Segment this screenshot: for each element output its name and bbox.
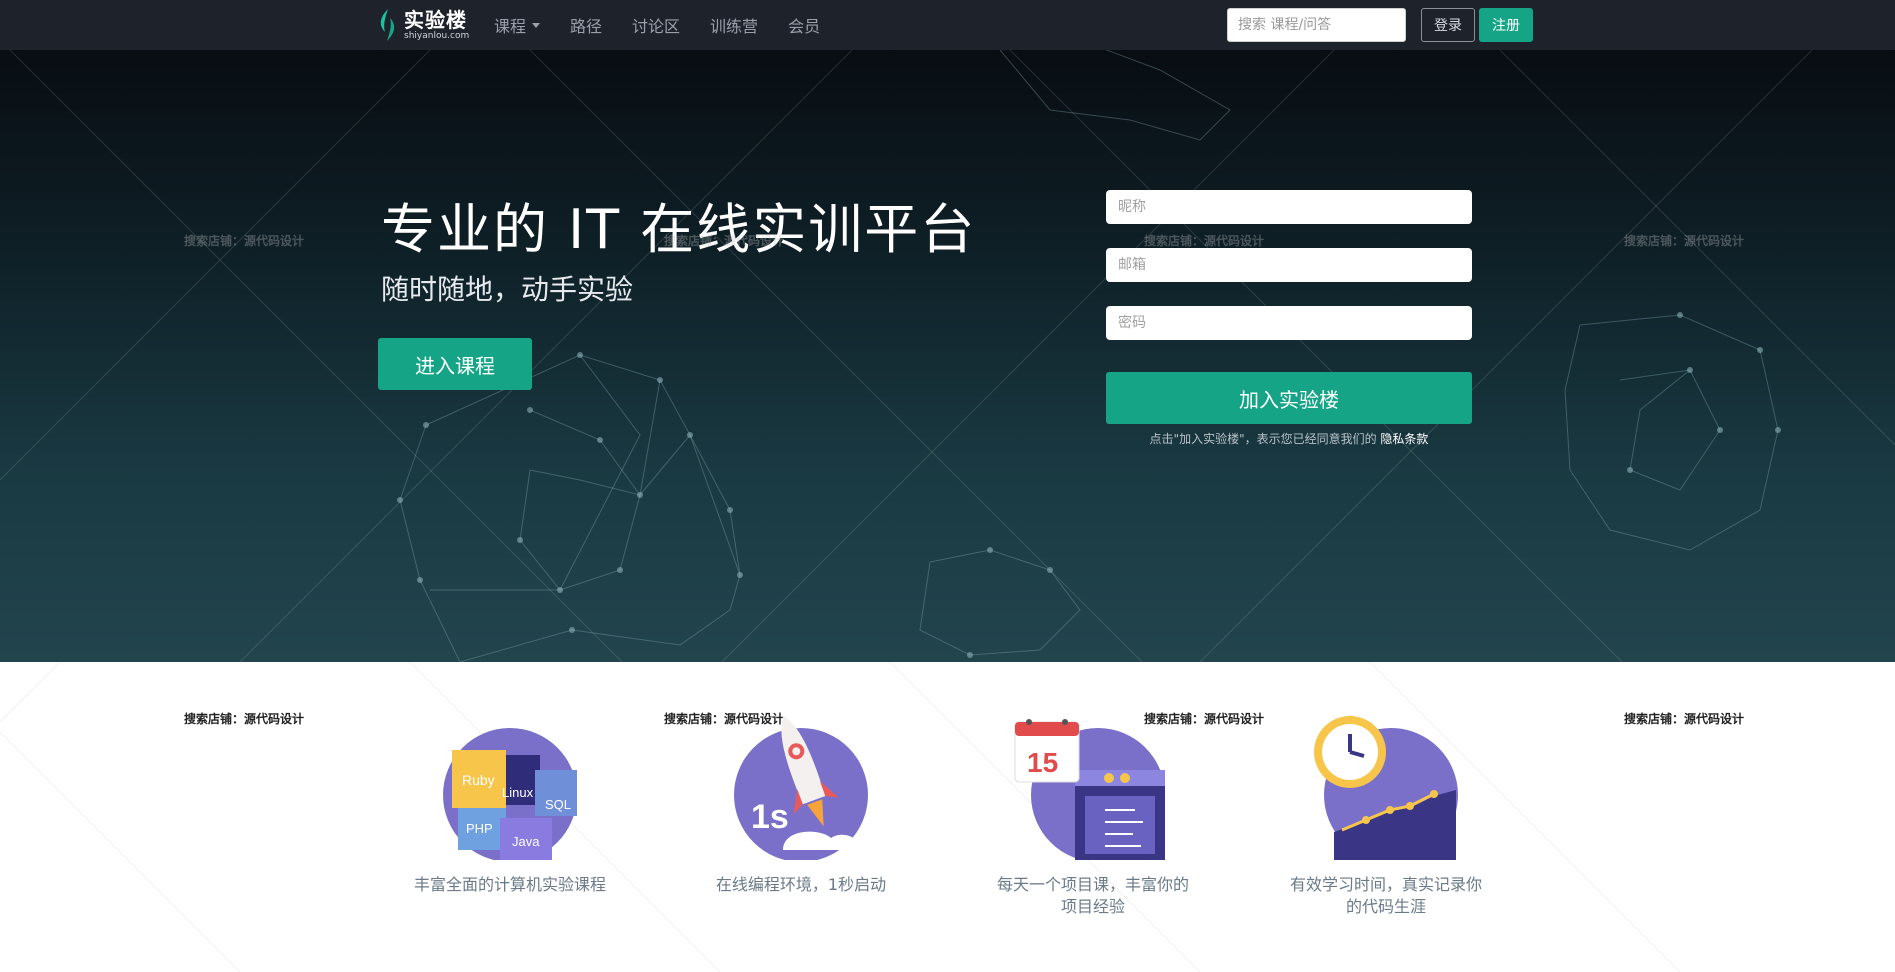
- enter-courses-button[interactable]: 进入课程: [378, 338, 532, 390]
- nav-item-label: 路径: [570, 17, 603, 36]
- nickname-field[interactable]: [1106, 190, 1472, 224]
- site-logo[interactable]: 实验楼 shiyanlou.com: [376, 8, 469, 42]
- logo-name: 实验楼: [404, 7, 467, 32]
- watermark: 搜索店铺：源代码设计: [1624, 712, 1745, 726]
- email-field[interactable]: [1106, 248, 1472, 282]
- nav-item-membership[interactable]: 会员: [788, 13, 820, 37]
- watermark: 搜索店铺：源代码设计: [1144, 234, 1265, 248]
- login-button[interactable]: 登录: [1421, 8, 1475, 42]
- launch-time-badge: 1s: [751, 798, 789, 836]
- rocket-icon: 1s: [734, 715, 868, 862]
- privacy-policy-link[interactable]: 隐私条款: [1380, 432, 1428, 446]
- nav-item-label: 会员: [788, 17, 821, 36]
- register-button[interactable]: 注册: [1479, 8, 1533, 42]
- feature-item-study-time: 有效学习时间，真实记录你的代码生涯: [1266, 710, 1506, 918]
- tile-label: Ruby: [462, 772, 495, 788]
- nav-item-forum[interactable]: 讨论区: [632, 13, 680, 37]
- tile-label: Linux: [502, 785, 534, 800]
- watermark: 搜索店铺：源代码设计: [184, 234, 305, 248]
- nav-item-paths[interactable]: 路径: [570, 13, 602, 37]
- feature-caption: 丰富全面的计算机实验课程: [413, 875, 606, 894]
- nav-item-courses[interactable]: 课程: [494, 13, 541, 37]
- calendar-icon: 15: [1014, 719, 1165, 862]
- password-field[interactable]: [1106, 306, 1472, 340]
- caret-down-icon: [532, 22, 541, 28]
- nav-item-label: 训练营: [710, 17, 759, 36]
- calendar-day: 15: [1027, 747, 1058, 778]
- search-input[interactable]: [1227, 8, 1406, 42]
- feature-caption: 在线编程环境，1秒启动: [715, 875, 887, 894]
- hero-subtitle: 随时随地，动手实验: [381, 273, 634, 306]
- clock-chart-icon: [1314, 716, 1458, 862]
- watermark: 搜索店铺：源代码设计: [1624, 234, 1745, 248]
- course-tiles-icon: Ruby Linux SQL PHP Java: [443, 728, 577, 862]
- nav-item-label: 课程: [494, 17, 527, 36]
- features-section: 搜索店铺：源代码设计 搜索店铺：源代码设计 搜索店铺：源代码设计 搜索店铺：源代…: [0, 662, 1895, 972]
- feature-item-online-env: 1s 在线编程环境，1秒启动: [681, 710, 921, 896]
- main-nav: 课程 路径 讨论区 训练营 会员: [494, 0, 850, 50]
- top-navbar: 实验楼 shiyanlou.com 课程 路径 讨论区 训练营 会员 登录 注册: [0, 0, 1895, 50]
- background-lattice-graphic: [0, 662, 1681, 972]
- join-button[interactable]: 加入实验楼: [1106, 372, 1472, 424]
- logo-domain: shiyanlou.com: [404, 30, 470, 41]
- terms-text: 点击"加入实验楼"，表示您已经同意我们的: [1149, 432, 1377, 446]
- terms-notice: 点击"加入实验楼"，表示您已经同意我们的 隐私条款: [1106, 430, 1472, 447]
- logo-leaf-icon: [380, 9, 395, 41]
- tile-label: PHP: [466, 821, 493, 836]
- watermark: 搜索店铺：源代码设计: [184, 712, 305, 726]
- feature-item-projects: 15 每天一个项目课，丰富你的项目经验: [973, 710, 1213, 918]
- feature-caption: 有效学习时间，真实记录你的代码生涯: [1289, 875, 1482, 916]
- background-network-graphic: [0, 50, 1895, 662]
- watermark: 搜索店铺：源代码设计: [664, 234, 785, 248]
- tile-label: SQL: [545, 797, 571, 812]
- nav-item-label: 讨论区: [632, 17, 681, 36]
- nav-item-bootcamp[interactable]: 训练营: [710, 13, 758, 37]
- feature-item-courses: Ruby Linux SQL PHP Java 丰富全面的计算机实验课程: [390, 710, 630, 896]
- hero-title: 专业的 IT 在线实训平台: [381, 198, 977, 261]
- hero-section: 专业的 IT 在线实训平台 随时随地，动手实验 进入课程 加入实验楼 点击"加入…: [0, 50, 1895, 662]
- feature-caption: 每天一个项目课，丰富你的项目经验: [996, 875, 1189, 916]
- tile-label: Java: [512, 834, 540, 849]
